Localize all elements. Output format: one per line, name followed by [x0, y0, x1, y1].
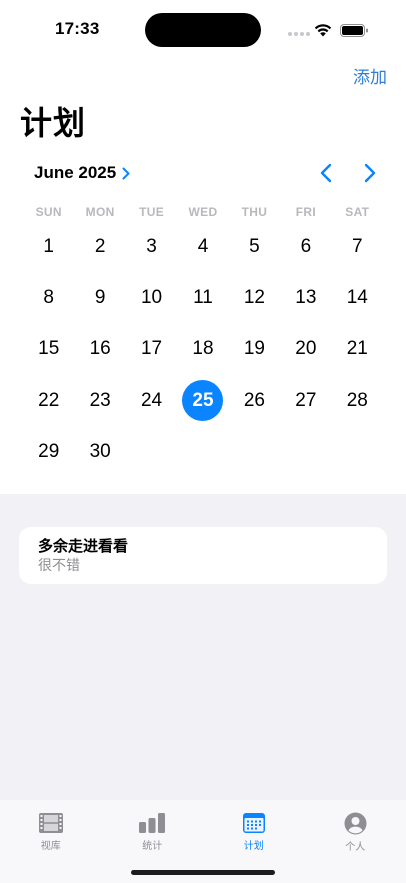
calendar-day-number: 24: [140, 389, 163, 411]
calendar-day-number: 30: [89, 441, 111, 463]
weekday-label: TUE: [139, 205, 165, 219]
calendar-day[interactable]: 18: [177, 324, 228, 375]
person-icon: [344, 812, 367, 835]
calendar-day-number: 19: [243, 338, 265, 360]
calendar-day-number: 15: [38, 338, 60, 360]
tab-label: 个人: [345, 842, 366, 853]
calendar-day-number: 13: [295, 287, 317, 309]
calendar-day[interactable]: 30: [74, 427, 125, 478]
calendar-day-number: 18: [192, 338, 214, 360]
calendar-day[interactable]: 22: [23, 375, 74, 426]
calendar-day[interactable]: 15: [23, 324, 74, 375]
calendar-day[interactable]: 20: [280, 324, 331, 375]
page-title: 计划: [20, 105, 87, 141]
calendar-day[interactable]: 21: [332, 324, 383, 375]
home-indicator: [131, 870, 275, 875]
calendar-day-number: 14: [346, 287, 368, 309]
calendar-day-number: 9: [94, 287, 106, 309]
calendar-day-number: 11: [193, 287, 213, 309]
calendar-day-number: 16: [89, 338, 111, 360]
calendar-day[interactable]: 13: [280, 272, 331, 323]
calendar-day-number: 2: [94, 235, 106, 257]
status-time: 17:33: [55, 19, 100, 38]
calendar-day[interactable]: 6: [280, 221, 331, 272]
calendar-icon: [242, 813, 265, 833]
calendar-day[interactable]: 8: [23, 272, 74, 323]
calendar-day[interactable]: 28: [332, 375, 383, 426]
tab-label: 统计: [142, 841, 163, 852]
calendar-day-number: 25: [182, 380, 224, 422]
cellular-signal-icon: [288, 32, 310, 36]
calendar-day-number: 5: [249, 235, 260, 257]
calendar-day[interactable]: 16: [74, 324, 125, 375]
calendar-day[interactable]: 23: [74, 375, 125, 426]
next-month-button[interactable]: [358, 162, 380, 184]
calendar-section: 17:33 添加 计划 June 2025 SUN MON TUE WED TH…: [0, 0, 406, 494]
calendar-day[interactable]: 5: [229, 221, 280, 272]
plan-title: 多余走进看看: [38, 538, 129, 555]
month-picker-button[interactable]: June 2025: [34, 163, 130, 183]
calendar-day-number: 6: [300, 235, 312, 257]
calendar-day[interactable]: 10: [126, 272, 177, 323]
calendar-day-number: 27: [295, 389, 317, 411]
calendar-day[interactable]: 2: [74, 221, 125, 272]
calendar-day-number: 3: [146, 235, 157, 257]
calendar-day-number: 29: [38, 441, 60, 463]
calendar-day-number: 21: [346, 338, 368, 360]
calendar-day[interactable]: 24: [126, 375, 177, 426]
battery-icon: [340, 24, 368, 37]
calendar-day[interactable]: 26: [229, 375, 280, 426]
chevron-right-icon: [122, 167, 130, 179]
calendar-day[interactable]: 3: [126, 221, 177, 272]
tab-label: 计划: [243, 841, 264, 852]
wifi-icon: [314, 24, 332, 37]
calendar-day-number: 26: [243, 389, 265, 411]
calendar-day[interactable]: 12: [229, 272, 280, 323]
film-icon: [38, 813, 63, 833]
plan-subtitle: 很不错: [38, 557, 80, 573]
calendar-day[interactable]: 17: [126, 324, 177, 375]
calendar-day[interactable]: 1: [23, 221, 74, 272]
calendar-day[interactable]: 9: [74, 272, 125, 323]
calendar-day-number: 17: [140, 338, 163, 360]
weekday-label: SAT: [345, 205, 370, 219]
calendar-day[interactable]: 7: [332, 221, 383, 272]
weekday-label: THU: [241, 205, 268, 219]
calendar-day-number: 22: [38, 389, 60, 411]
calendar-grid: 1 2 3 4 5 6 7 8 9 10 11 12 13 14 15 16 17 18 19 20 21 22 23 24 2…: [23, 221, 383, 478]
calendar-day[interactable]: 11: [177, 272, 228, 323]
weekday-label: MON: [85, 205, 115, 219]
calendar-day[interactable]: 29: [23, 427, 74, 478]
calendar-day-number: 1: [43, 235, 54, 257]
previous-month-button[interactable]: [316, 162, 338, 184]
dynamic-island: [145, 13, 261, 47]
calendar-day-number: 12: [243, 287, 265, 309]
weekday-label: WED: [188, 205, 218, 219]
calendar-day[interactable]: 4: [177, 221, 228, 272]
calendar-day[interactable]: 27: [280, 375, 331, 426]
tab-library[interactable]: 视库: [0, 800, 102, 883]
tab-profile[interactable]: 个人: [305, 800, 406, 883]
plan-card[interactable]: 多余走进看看 很不错: [19, 527, 387, 584]
month-label: June 2025: [34, 163, 117, 182]
calendar-day-number: 8: [43, 287, 54, 309]
weekday-label: FRI: [295, 205, 316, 219]
calendar-day-number: 4: [197, 235, 209, 257]
add-button[interactable]: 添加: [353, 63, 387, 88]
calendar-day[interactable]: 14: [332, 272, 383, 323]
calendar-day-number: 7: [351, 235, 363, 257]
calendar-day-number: 20: [295, 338, 317, 360]
weekday-label: SUN: [35, 205, 62, 219]
calendar-day-number: 28: [346, 389, 368, 411]
calendar-day[interactable]: 19: [229, 324, 280, 375]
weekday-header: SUN MON TUE WED THU FRI SAT: [23, 205, 383, 219]
bar-chart-icon: [139, 813, 166, 833]
tab-label: 视库: [40, 841, 61, 852]
calendar-day-number: 23: [89, 389, 111, 411]
calendar-day-number: 10: [140, 287, 163, 309]
calendar-day[interactable]: 25: [177, 375, 228, 426]
